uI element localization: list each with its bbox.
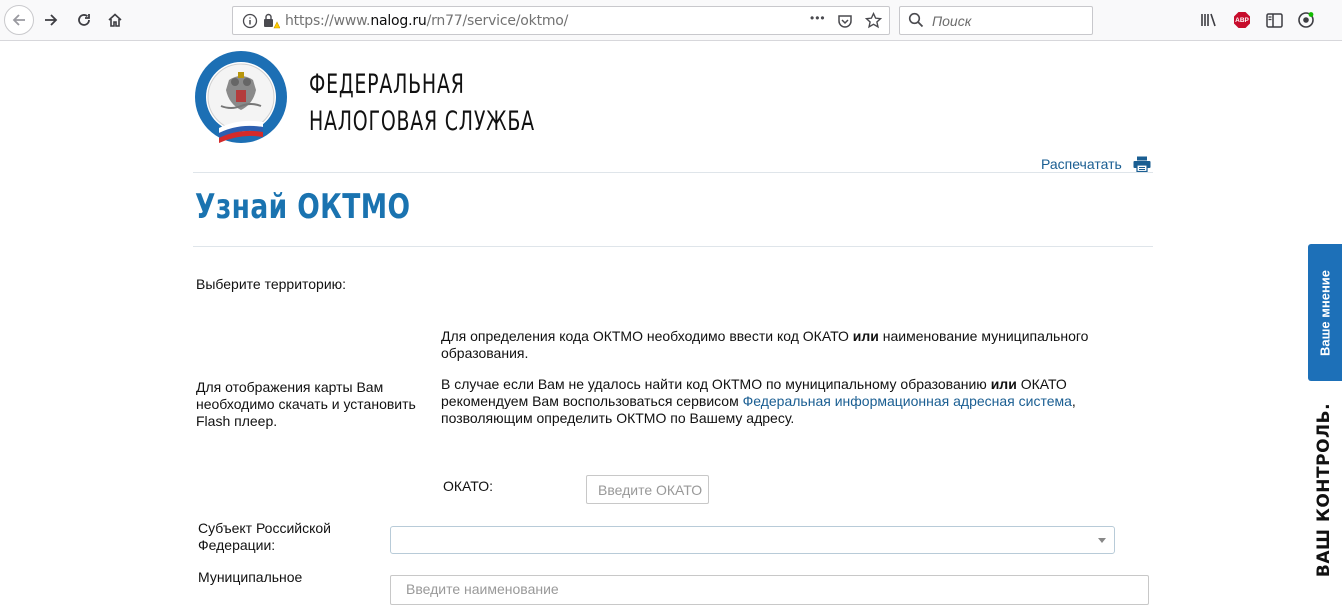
- lock-warning-icon[interactable]: [262, 13, 281, 34]
- forward-icon[interactable]: [37, 6, 65, 34]
- adblock-icon[interactable]: ABP: [1232, 10, 1252, 30]
- print-link[interactable]: Распечатать: [1041, 156, 1122, 172]
- feedback-tab[interactable]: Ваше мнение: [1308, 244, 1342, 381]
- subject-label: Субъект Российской Федерации:: [198, 520, 331, 553]
- search-icon: [908, 12, 924, 33]
- org-name-line2: НАЛОГОВАЯ СЛУЖБА: [309, 106, 535, 137]
- chevron-down-icon: [1098, 538, 1106, 543]
- header-divider: [193, 172, 1153, 173]
- muni-label: Муниципальное: [198, 569, 303, 585]
- subject-select[interactable]: [390, 526, 1115, 554]
- sidebar-icon[interactable]: [1264, 10, 1284, 30]
- address-bar[interactable]: https://www.nalog.ru/rn77/service/oktmo/…: [232, 6, 890, 35]
- profile-icon[interactable]: [1296, 10, 1316, 30]
- muni-placeholder: Введите наименование: [406, 581, 559, 597]
- flash-note: Для отображения карты Вам необходимо ска…: [196, 379, 416, 429]
- bookmark-star-icon[interactable]: [864, 11, 883, 34]
- vash-kontrol-label: ВАШ КОНТРОЛЬ.: [1314, 402, 1334, 578]
- library-icon[interactable]: [1199, 10, 1219, 30]
- fns-emblem-logo[interactable]: [193, 50, 289, 146]
- okato-label: ОКАТО:: [443, 478, 493, 494]
- reload-icon[interactable]: [70, 6, 98, 34]
- back-icon[interactable]: [4, 5, 34, 35]
- feedback-label: Ваше мнение: [1317, 269, 1333, 356]
- org-name: ФЕДЕРАЛЬНАЯ НАЛОГОВАЯ СЛУЖБА: [309, 66, 535, 140]
- fias-link[interactable]: Федеральная информационная адресная сист…: [743, 393, 1072, 409]
- url-text: https://www.nalog.ru/rn77/service/oktmo/: [285, 13, 569, 29]
- info-paragraph-1: Для определения кода ОКТМО необходимо вв…: [441, 328, 1089, 361]
- search-placeholder: Поиск: [932, 13, 972, 29]
- browser-toolbar: https://www.nalog.ru/rn77/service/oktmo/…: [0, 0, 1342, 41]
- info-paragraph-2: В случае если Вам не удалось найти код О…: [441, 376, 1076, 426]
- okato-placeholder: Введите ОКАТО: [598, 482, 703, 498]
- more-icon[interactable]: •••: [810, 11, 826, 25]
- vash-kontrol-logo[interactable]: ВАШ КОНТРОЛЬ.: [1309, 403, 1339, 577]
- org-name-line1: ФЕДЕРАЛЬНАЯ: [309, 69, 465, 100]
- choose-territory-label: Выберите территорию:: [196, 276, 347, 292]
- page-title: Узнай ОКТМО: [195, 187, 411, 227]
- home-icon[interactable]: [101, 6, 129, 34]
- okato-input[interactable]: Введите ОКАТО: [586, 475, 709, 504]
- pocket-icon[interactable]: [837, 13, 853, 34]
- printer-icon[interactable]: [1133, 156, 1151, 173]
- muni-input[interactable]: Введите наименование: [390, 575, 1149, 605]
- title-divider: [193, 246, 1153, 247]
- info-icon[interactable]: [242, 13, 258, 34]
- search-input[interactable]: Поиск: [899, 6, 1093, 35]
